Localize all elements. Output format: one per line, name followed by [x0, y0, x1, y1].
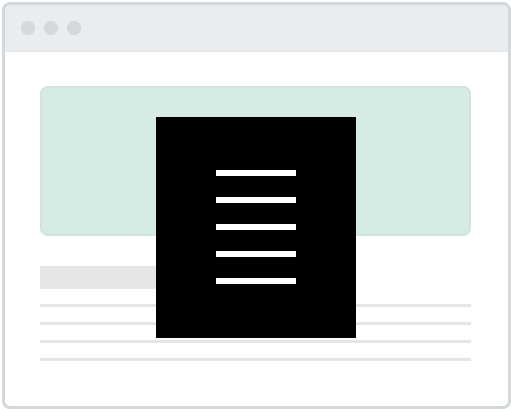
document-line-3: [216, 224, 296, 230]
browser-window: [2, 2, 511, 409]
document-line-2: [216, 197, 296, 203]
window-dot-3[interactable]: [67, 21, 81, 35]
window-dot-2[interactable]: [44, 21, 58, 35]
text-line-placeholder-4: [40, 358, 471, 361]
document-line-1: [216, 170, 296, 176]
window-titlebar: [5, 5, 508, 52]
text-line-placeholder-3: [40, 340, 471, 343]
document-line-5: [216, 278, 296, 284]
document-lines-icon: [156, 117, 356, 338]
window-dot-1[interactable]: [21, 21, 35, 35]
document-line-4: [216, 251, 296, 257]
heading-placeholder: [40, 266, 170, 289]
